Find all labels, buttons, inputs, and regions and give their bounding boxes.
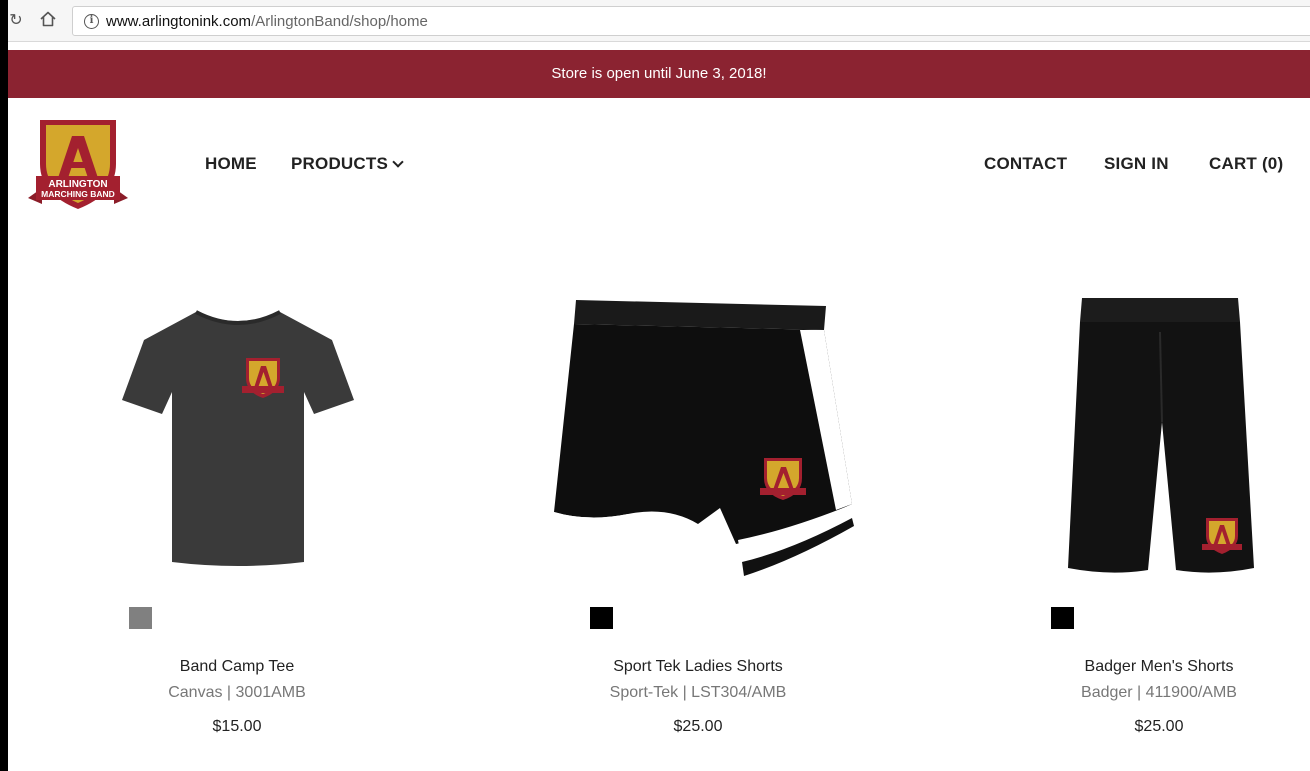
logo-line2: MARCHING BAND xyxy=(41,189,115,199)
t-shirt-icon xyxy=(122,310,354,566)
color-swatch-black[interactable] xyxy=(1051,607,1074,629)
window-edge xyxy=(0,0,8,771)
home-icon-glyph xyxy=(40,11,56,27)
product-meta: Canvas | 3001AMB xyxy=(168,684,306,701)
product-image-band-camp-tee[interactable] xyxy=(118,304,358,578)
color-swatch-gray[interactable] xyxy=(129,607,152,629)
announcement-banner: Store is open until June 3, 2018! xyxy=(8,50,1310,98)
url-path: /ArlingtonBand/shop/home xyxy=(251,13,428,30)
nav-products[interactable]: PRODUCTS xyxy=(291,154,404,174)
product-name[interactable]: Badger Men's Shorts xyxy=(1009,658,1309,676)
url-host: www.arlingtonink.com xyxy=(106,13,252,30)
product-name[interactable]: Band Camp Tee xyxy=(87,658,387,676)
home-icon[interactable] xyxy=(38,10,58,30)
nav-cart[interactable]: CART (0) xyxy=(1209,154,1283,174)
color-swatch-black[interactable] xyxy=(590,607,613,629)
crest-icon: ARLINGTON MARCHING BAND xyxy=(28,120,128,209)
mens-shorts-icon xyxy=(1068,298,1254,573)
info-icon[interactable]: i xyxy=(84,14,99,29)
product-meta: Badger | 411900/AMB xyxy=(1081,684,1237,701)
nav-sign-in[interactable]: SIGN IN xyxy=(1104,154,1169,174)
nav-products-label: PRODUCTS xyxy=(291,154,388,173)
address-bar[interactable]: i www.arlingtonink.com/ArlingtonBand/sho… xyxy=(72,6,1310,36)
product-price: $15.00 xyxy=(212,718,262,735)
product-image-sport-tek-ladies-shorts[interactable] xyxy=(548,294,858,594)
ladies-shorts-icon xyxy=(554,300,854,576)
chevron-down-icon xyxy=(392,156,404,168)
nav-home[interactable]: HOME xyxy=(205,154,257,174)
reload-icon[interactable]: ↻ xyxy=(6,10,26,30)
product-image-badger-mens-shorts[interactable] xyxy=(1064,292,1256,588)
url-text: www.arlingtonink.com/ArlingtonBand/shop/… xyxy=(106,13,428,30)
product-price: $25.00 xyxy=(673,718,723,735)
nav-contact[interactable]: CONTACT xyxy=(984,154,1067,174)
arlington-band-logo[interactable]: ARLINGTON MARCHING BAND xyxy=(26,114,130,214)
browser-toolbar: ↻ i www.arlingtonink.com/ArlingtonBand/s… xyxy=(0,0,1310,42)
product-price: $25.00 xyxy=(1134,718,1184,735)
product-meta: Sport-Tek | LST304/AMB xyxy=(609,684,787,701)
product-name[interactable]: Sport Tek Ladies Shorts xyxy=(548,658,848,676)
